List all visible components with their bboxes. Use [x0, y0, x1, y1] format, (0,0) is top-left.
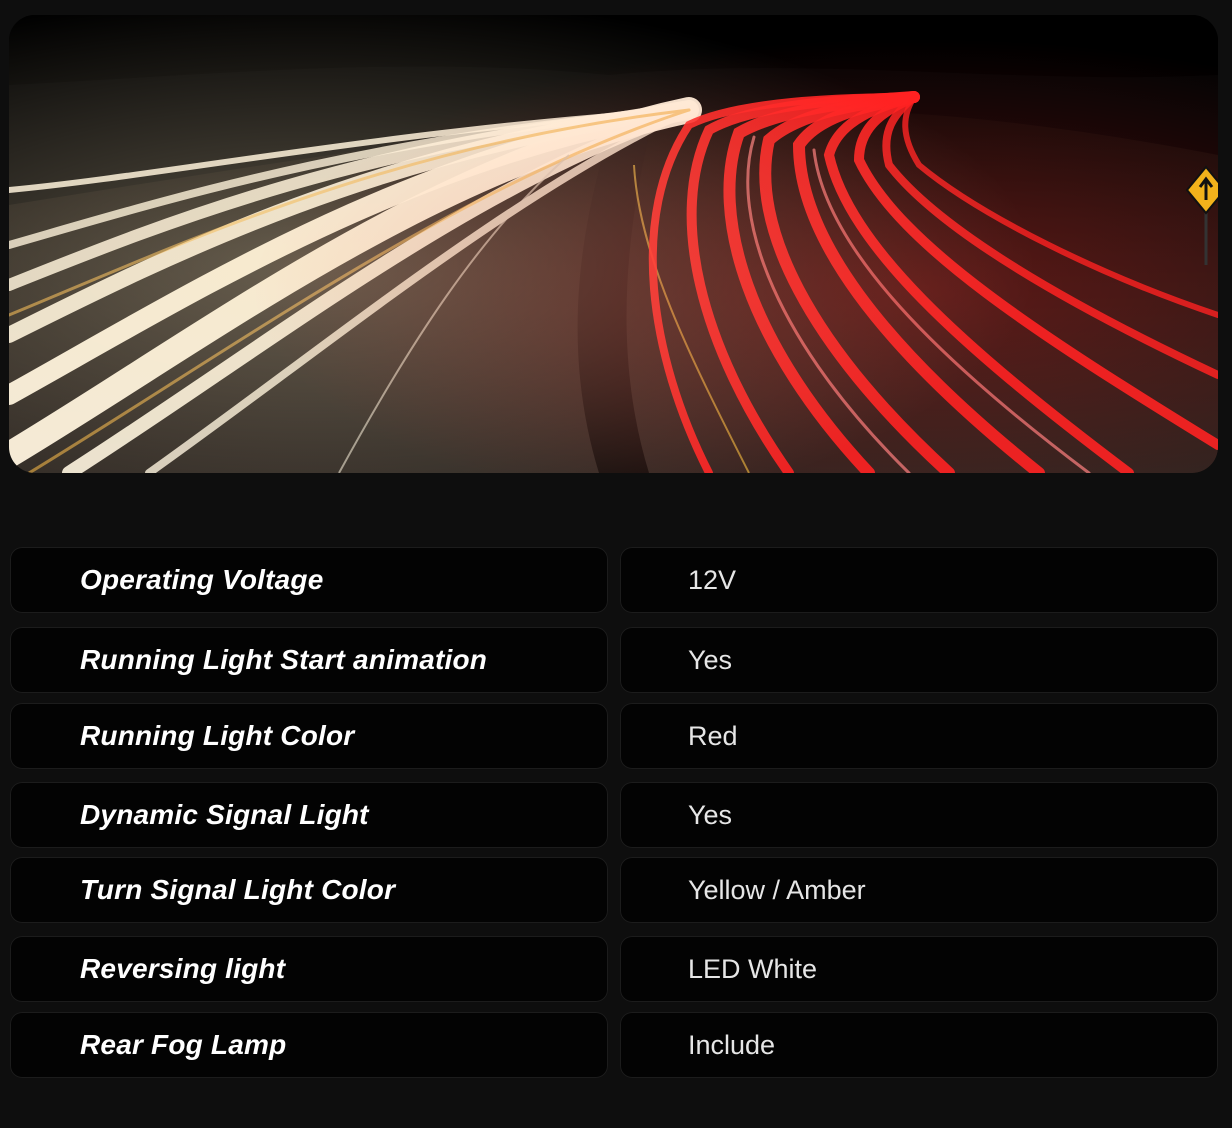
spec-value: Yellow / Amber	[620, 857, 1218, 923]
spec-label: Rear Fog Lamp	[10, 1012, 608, 1078]
spec-label: Running Light Start animation	[10, 627, 608, 693]
spec-label: Running Light Color	[10, 703, 608, 769]
spec-value: Yes	[620, 782, 1218, 848]
spec-row-running-light-start-animation: Running Light Start animation Yes	[10, 627, 1218, 693]
spec-row-operating-voltage: Operating Voltage 12V	[10, 547, 1218, 613]
spec-label: Turn Signal Light Color	[10, 857, 608, 923]
spec-value: Include	[620, 1012, 1218, 1078]
highway-light-trails-image	[9, 15, 1218, 473]
spec-value: 12V	[620, 547, 1218, 613]
spec-label: Reversing light	[10, 936, 608, 1002]
spec-row-turn-signal-light-color: Turn Signal Light Color Yellow / Amber	[10, 857, 1218, 923]
spec-row-dynamic-signal-light: Dynamic Signal Light Yes	[10, 782, 1218, 848]
spec-label: Operating Voltage	[10, 547, 608, 613]
spec-label: Dynamic Signal Light	[10, 782, 608, 848]
hero-image	[9, 15, 1218, 473]
spec-row-running-light-color: Running Light Color Red	[10, 703, 1218, 769]
spec-row-reversing-light: Reversing light LED White	[10, 936, 1218, 1002]
spec-row-rear-fog-lamp: Rear Fog Lamp Include	[10, 1012, 1218, 1078]
spec-value: Red	[620, 703, 1218, 769]
spec-value: LED White	[620, 936, 1218, 1002]
spec-value: Yes	[620, 627, 1218, 693]
